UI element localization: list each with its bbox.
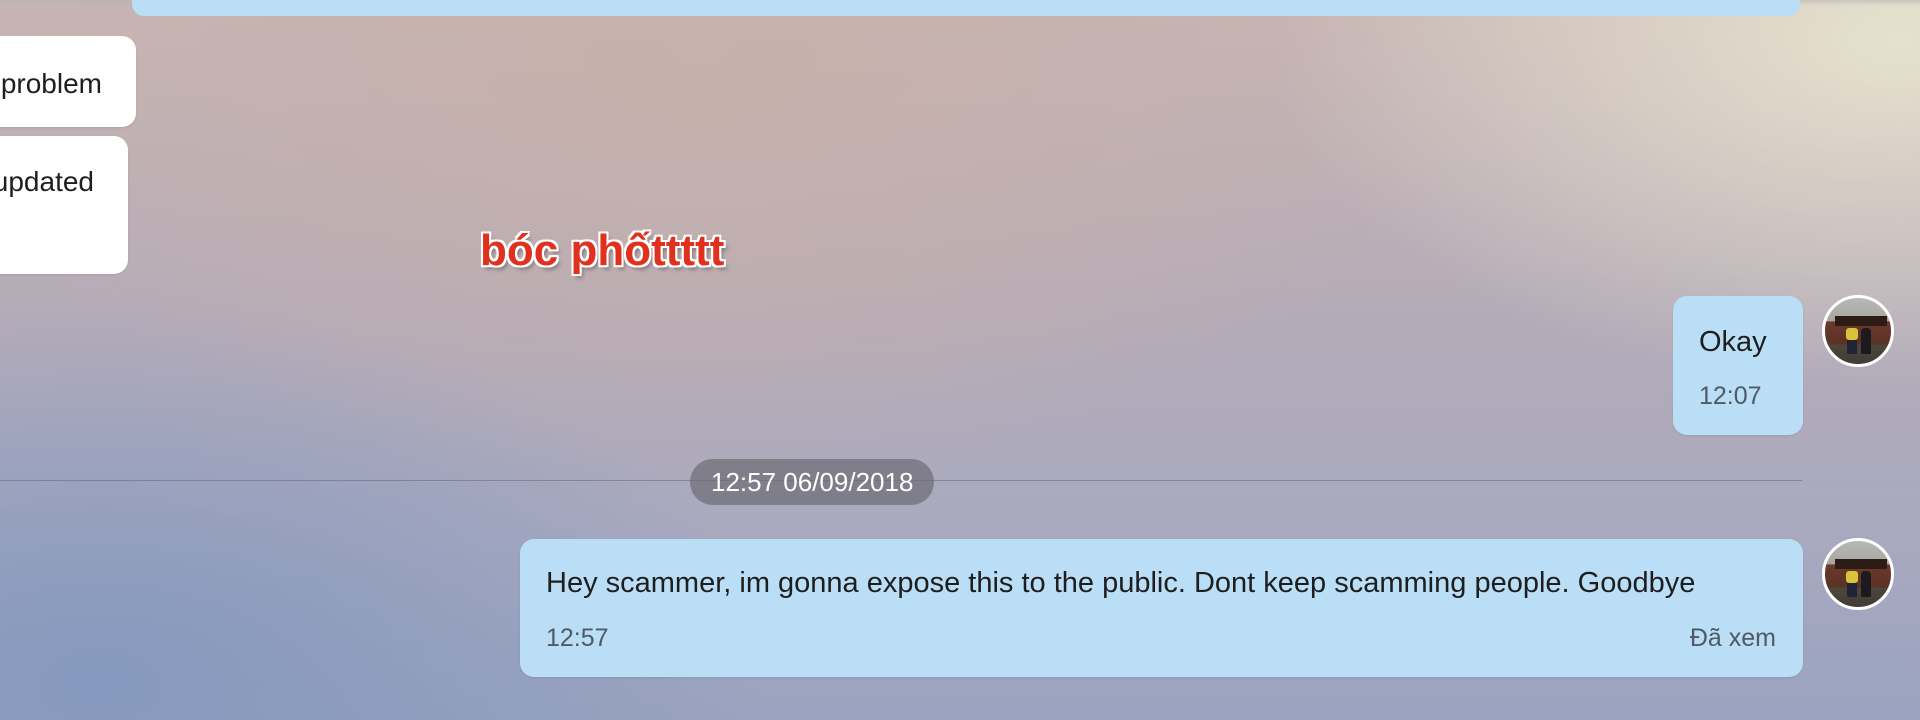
- annotation-overlay-text: bóc phốttttt: [480, 226, 725, 275]
- outgoing-message-bubble[interactable]: Hey scammer, im gonna expose this to the…: [520, 539, 1803, 677]
- outgoing-message-bubble[interactable]: Okay 12:07: [1673, 296, 1803, 435]
- previous-message-bubble[interactable]: [132, 0, 1800, 16]
- avatar-photo-detail: [1835, 316, 1887, 326]
- message-text: Okay: [1699, 326, 1767, 358]
- avatar-photo-detail: [1835, 559, 1887, 569]
- user-avatar[interactable]: [1822, 538, 1894, 610]
- avatar-photo-detail: [1861, 571, 1871, 597]
- incoming-message-bubble[interactable]: problem: [0, 36, 136, 127]
- chat-area[interactable]: problem updated bóc phốttttt Okay 12:07 …: [0, 0, 1920, 720]
- avatar-photo-detail: [1846, 571, 1858, 583]
- avatar-photo-detail: [1846, 328, 1858, 340]
- date-separator-badge: 12:57 06/09/2018: [690, 459, 935, 505]
- seen-status: Đã xem: [1689, 624, 1776, 652]
- message-text: Hey scammer, im gonna expose this to the…: [546, 567, 1696, 599]
- message-time: 12:07: [1699, 382, 1762, 410]
- incoming-message-bubble[interactable]: updated: [0, 136, 128, 274]
- avatar-photo-detail: [1861, 328, 1871, 354]
- message-text: updated: [0, 166, 94, 197]
- message-text: problem: [0, 68, 102, 99]
- user-avatar[interactable]: [1822, 295, 1894, 367]
- message-time: 12:57: [546, 624, 609, 652]
